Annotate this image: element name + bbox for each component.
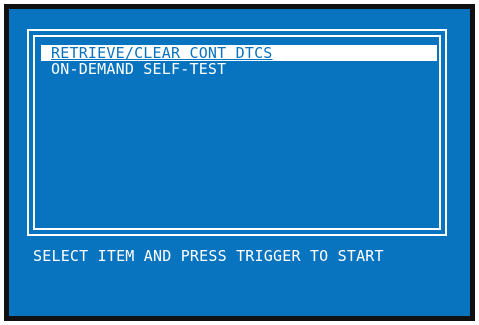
menu-item-on-demand-self-test[interactable]: ON-DEMAND SELF-TEST bbox=[41, 61, 437, 77]
scan-tool-screen-bezel: RETRIEVE/CLEAR CONT DTCS ON-DEMAND SELF-… bbox=[4, 4, 475, 321]
menu-item-retrieve-clear-cont-dtcs[interactable]: RETRIEVE/CLEAR CONT DTCS bbox=[41, 45, 437, 61]
menu-frame-inner-border: RETRIEVE/CLEAR CONT DTCS ON-DEMAND SELF-… bbox=[33, 35, 441, 230]
instruction-prompt: SELECT ITEM AND PRESS TRIGGER TO START bbox=[33, 247, 384, 265]
menu-list: RETRIEVE/CLEAR CONT DTCS ON-DEMAND SELF-… bbox=[41, 45, 437, 77]
scan-tool-display: RETRIEVE/CLEAR CONT DTCS ON-DEMAND SELF-… bbox=[9, 9, 470, 316]
menu-frame: RETRIEVE/CLEAR CONT DTCS ON-DEMAND SELF-… bbox=[27, 29, 447, 236]
